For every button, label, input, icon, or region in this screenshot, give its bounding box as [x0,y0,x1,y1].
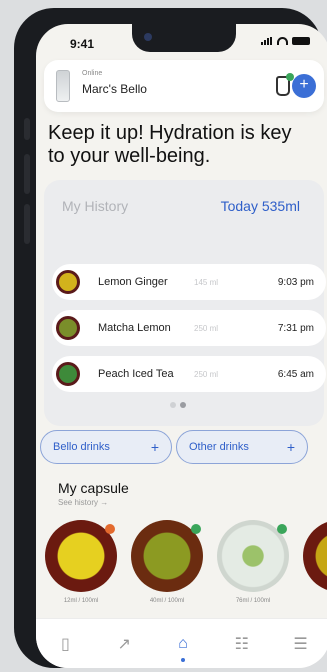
lemon-ginger-capsule-icon [56,270,80,294]
capsule-item[interactable] [300,520,327,592]
device-status: Online [82,70,103,77]
volume-up-button [24,154,30,194]
capsule-title: My capsule [58,480,129,496]
capsule-ml: 12ml / 100ml [63,598,99,604]
nav-activity-icon[interactable]: ↗ [104,626,144,662]
signal-icon [261,37,273,45]
drink-row[interactable]: Matcha Lemon 250 ml 7:31 pm [52,310,326,346]
add-button[interactable]: + [292,74,316,98]
drink-ml: 145 ml [194,277,219,287]
nav-home-icon[interactable]: ⌂ [163,626,203,662]
phone-frame: 9:41 Online Marc's Bello + Keep it up! H… [14,8,327,668]
wifi-icon [277,37,288,45]
see-history-link[interactable]: See history → [58,498,108,507]
capsule-item[interactable]: 40ml / 100ml [128,520,206,604]
status-dot [105,524,115,534]
device-name: Marc's Bello [82,82,147,96]
capsule-disc-icon [217,520,289,592]
status-time: 9:41 [70,37,95,51]
other-drinks-button[interactable]: Other drinks + [176,430,308,464]
bello-drinks-label: Bello drinks [53,441,110,453]
nav-settings-icon[interactable]: ☰ [281,626,321,662]
history-card: My History Today 535ml Lemon Ginger 145 … [44,180,326,426]
drink-ml: 250 ml [194,369,219,379]
plus-icon: + [150,439,159,455]
drink-ml: 250 ml [194,323,219,333]
capsule-disc-icon [131,520,203,592]
hydration-headline: Keep it up! Hydration is key to your wel… [48,122,292,167]
device-header[interactable]: Online Marc's Bello + [44,60,324,112]
capsule-disc-icon [45,520,117,592]
other-drinks-label: Other drinks [189,441,249,453]
drink-name: Matcha Lemon [98,322,171,334]
matcha-lemon-capsule-icon [56,316,80,340]
capsule-disc-icon [303,520,327,592]
drink-time: 7:31 pm [277,322,314,334]
nav-device-icon[interactable]: ▯ [45,626,85,662]
status-dot [191,524,201,534]
bottom-nav: ▯ ↗ ⌂ ☷ ☰ [36,618,327,668]
capsule-item[interactable]: 12ml / 100ml [42,520,120,604]
camera [144,33,152,41]
drink-time: 9:03 pm [277,276,314,288]
drink-name: Peach Iced Tea [98,368,174,380]
notch [132,24,236,52]
capsule-ml: 76ml / 100ml [235,598,271,604]
history-title: My History [62,198,129,214]
mute-switch [24,118,30,140]
drink-row[interactable]: Peach Iced Tea 250 ml 6:45 am [52,356,326,392]
app-screen: 9:41 Online Marc's Bello + Keep it up! H… [36,24,327,668]
bello-drinks-button[interactable]: Bello drinks + [40,430,172,464]
page-dots [170,402,186,408]
status-icons [261,37,310,45]
capsule-ml: 40ml / 100ml [149,598,185,604]
status-dot [277,524,287,534]
nav-cart-icon[interactable]: ☷ [222,626,262,662]
peach-iced-tea-capsule-icon [56,362,80,386]
plus-icon: + [286,439,295,455]
drink-time: 6:45 am [277,368,314,380]
today-value: 535ml [261,198,300,214]
bello-device-icon [56,70,70,102]
drink-row[interactable]: Lemon Ginger 145 ml 9:03 pm [52,264,326,300]
history-today[interactable]: Today 535ml [221,198,300,214]
capsule-item[interactable]: 76ml / 100ml [214,520,292,604]
volume-down-button [24,204,30,244]
bottle-icon[interactable] [276,73,294,96]
battery-icon [292,37,310,45]
today-label: Today [220,198,258,214]
drink-name: Lemon Ginger [98,276,168,288]
